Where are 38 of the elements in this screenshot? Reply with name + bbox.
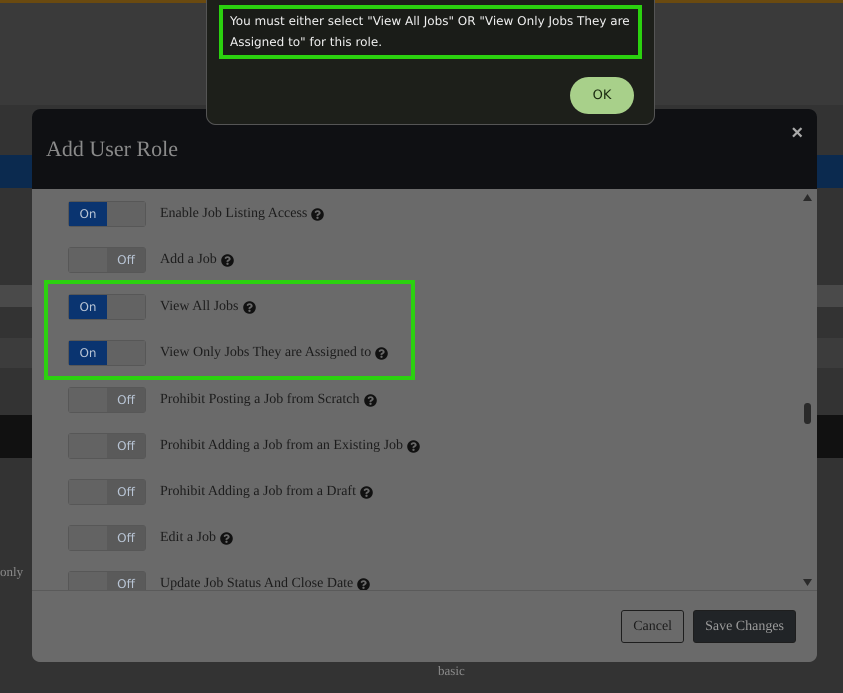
toggle-switch[interactable]: Off (68, 479, 146, 505)
help-icon[interactable] (220, 532, 233, 544)
permission-label: Add a Job (160, 253, 217, 267)
toggle-switch[interactable]: On (68, 201, 146, 227)
help-icon[interactable] (360, 486, 373, 498)
scroll-down-icon[interactable] (802, 579, 812, 586)
background-text: basic (438, 663, 465, 679)
toggle-switch[interactable]: On (68, 340, 146, 366)
toggle-switch[interactable]: Off (68, 387, 146, 413)
permission-label: Edit a Job (160, 531, 216, 545)
permission-label: Enable Job Listing Access (160, 207, 308, 221)
close-button[interactable]: × (791, 123, 803, 143)
cancel-button[interactable]: Cancel (621, 610, 684, 643)
permission-label: Prohibit Posting a Job from Scratch (160, 393, 360, 407)
help-icon[interactable] (220, 254, 234, 266)
permission-label: Prohibit Adding a Job from an Existing Job (160, 439, 404, 453)
permission-label: View Only Jobs They are Assigned to (160, 346, 372, 360)
permission-label: Prohibit Adding a Job from a Draft (160, 485, 356, 499)
help-icon[interactable] (357, 578, 370, 590)
background-text: only (0, 564, 24, 580)
help-icon[interactable] (364, 394, 376, 406)
toggle-switch[interactable]: Off (68, 433, 146, 459)
scrollbar-thumb[interactable] (804, 403, 810, 424)
help-icon[interactable] (375, 346, 388, 360)
help-icon[interactable] (311, 208, 324, 220)
toggle-switch[interactable]: Off (68, 525, 146, 551)
toggle-switch[interactable]: On (68, 294, 146, 320)
alert-message: You must either select "View All Jobs" OR "View Only Jobs They are Assigned to" for this role. (219, 5, 642, 59)
help-icon[interactable] (242, 300, 256, 314)
permission-label: View All Jobs (160, 300, 238, 314)
help-icon[interactable] (407, 440, 420, 452)
ok-button[interactable]: OK (570, 77, 634, 114)
toggle-switch[interactable]: Off (68, 247, 146, 273)
modal-title: Add User Role (46, 136, 178, 162)
permission-label: Update Job Status And Close Date (160, 577, 354, 590)
scroll-up-icon[interactable] (802, 194, 812, 201)
save-button[interactable]: Save Changes (693, 610, 796, 643)
toggle-switch[interactable]: Off (68, 571, 146, 590)
